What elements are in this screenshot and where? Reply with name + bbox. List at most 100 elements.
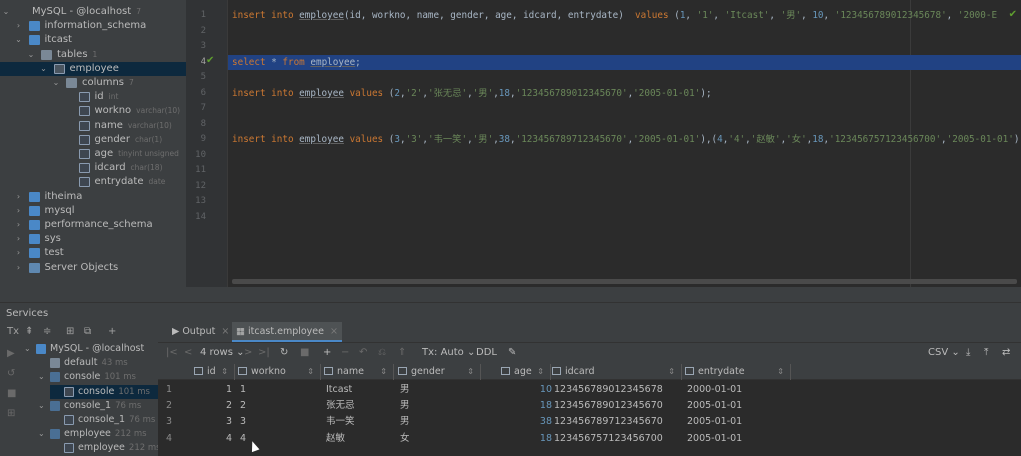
- sort-icon[interactable]: ⇕: [307, 364, 314, 380]
- table-cell[interactable]: 4: [240, 431, 246, 447]
- column-separator[interactable]: [393, 364, 394, 380]
- tree-node[interactable]: ⌄ tables 1: [0, 48, 186, 62]
- refresh-icon[interactable]: ↻: [280, 347, 288, 358]
- table-cell[interactable]: 123456789012345678: [554, 382, 663, 398]
- chevron-icon[interactable]: ›: [15, 190, 23, 204]
- pin-icon[interactable]: ✎: [508, 347, 516, 358]
- tree-node[interactable]: id int: [0, 90, 186, 104]
- chevron-icon[interactable]: ⌄: [38, 427, 45, 441]
- splitter[interactable]: [186, 287, 1021, 302]
- tree-node[interactable]: ⌄ itcast: [0, 33, 186, 47]
- table-cell[interactable]: 1: [240, 382, 246, 398]
- sort-icon[interactable]: ⇕: [221, 364, 228, 380]
- chevron-icon[interactable]: ›: [15, 246, 23, 260]
- column-separator[interactable]: [550, 364, 551, 380]
- chevron-icon[interactable]: ›: [15, 232, 23, 246]
- tree-node[interactable]: › mysql: [0, 204, 186, 218]
- services-toolbar-button[interactable]: Tx: [7, 326, 19, 337]
- tree-node[interactable]: age tinyint unsigned: [0, 147, 186, 161]
- compare-icon[interactable]: ⇄: [1002, 347, 1010, 358]
- chevron-icon[interactable]: ⌄: [52, 76, 60, 90]
- table-cell[interactable]: 张无忌: [326, 398, 355, 414]
- service-node[interactable]: console_1 76 ms: [50, 413, 158, 427]
- service-node[interactable]: ⌄ console 101 ms: [36, 370, 158, 384]
- table-row[interactable]: 4 4 4 赵敏女 18 123456757123456700 2005-01-01: [158, 431, 1021, 447]
- table-cell[interactable]: 2: [226, 398, 232, 414]
- tab-output[interactable]: ▶ Output ×: [168, 322, 233, 342]
- tree-node[interactable]: idcard char(18): [0, 161, 186, 175]
- submit-icon[interactable]: ⎌: [378, 347, 386, 358]
- services-toolbar-button[interactable]: +: [108, 326, 116, 337]
- chevron-icon[interactable]: ›: [15, 19, 23, 33]
- sort-icon[interactable]: ⇕: [537, 364, 544, 380]
- service-node[interactable]: ⌄ employee 212 ms: [36, 427, 158, 441]
- close-icon[interactable]: ×: [221, 326, 229, 337]
- chevron-icon[interactable]: ›: [15, 261, 23, 275]
- table-cell[interactable]: 123456789712345670: [554, 414, 663, 430]
- chevron-icon[interactable]: ⌄: [27, 48, 35, 62]
- table-cell[interactable]: 韦一笑: [326, 414, 355, 430]
- sql-editor[interactable]: ✔ insert into employee(id, workno, name,…: [228, 0, 1021, 287]
- services-toolbar-button[interactable]: ≑: [43, 326, 51, 337]
- horizontal-scrollbar[interactable]: [232, 279, 1017, 284]
- tree-node[interactable]: workno varchar(10): [0, 104, 186, 118]
- chevron-icon[interactable]: ›: [15, 204, 23, 218]
- tree-node[interactable]: ⌄ columns 7: [0, 76, 186, 90]
- table-cell[interactable]: 赵敏: [326, 431, 345, 447]
- column-separator[interactable]: [790, 364, 791, 380]
- close-icon[interactable]: ×: [330, 326, 338, 337]
- column-separator[interactable]: [480, 364, 481, 380]
- transaction-mode-dropdown[interactable]: Tx: Auto ⌄: [422, 347, 475, 358]
- services-side-button[interactable]: ↺: [7, 368, 15, 379]
- services-toolbar-button[interactable]: ⊞: [66, 326, 74, 337]
- chevron-icon[interactable]: ›: [15, 218, 23, 232]
- table-row[interactable]: 2 2 2 张无忌男 18 123456789012345670 2005-01-01: [158, 398, 1021, 414]
- tree-node[interactable]: › Server Objects: [0, 261, 186, 275]
- services-side-button[interactable]: ▶: [7, 348, 15, 359]
- chevron-icon[interactable]: ⌄: [24, 342, 31, 356]
- column-header-workno[interactable]: workno ⇕: [238, 364, 318, 380]
- sort-icon[interactable]: ⇕: [668, 364, 675, 380]
- service-node[interactable]: console 101 ms: [50, 384, 158, 399]
- next-page-button[interactable]: >: [244, 347, 252, 358]
- tree-node[interactable]: › information_schema: [0, 19, 186, 33]
- tree-node[interactable]: › itheima: [0, 190, 186, 204]
- table-row[interactable]: 3 3 3 韦一笑男 38 123456789712345670 2005-01-01: [158, 414, 1021, 430]
- services-side-button[interactable]: ■: [7, 388, 16, 399]
- column-header-id[interactable]: id ⇕: [194, 364, 232, 380]
- table-cell[interactable]: 男: [400, 398, 410, 414]
- table-cell[interactable]: 123456757123456700: [554, 431, 663, 447]
- upload-icon[interactable]: ⇑: [398, 347, 406, 358]
- table-cell[interactable]: 3: [240, 414, 246, 430]
- services-toolbar-button[interactable]: ⇞: [25, 326, 33, 337]
- column-header-age[interactable]: age ⇕: [501, 364, 548, 380]
- table-cell[interactable]: 38: [540, 414, 552, 430]
- download-icon[interactable]: ⤓: [966, 347, 970, 358]
- tree-node[interactable]: › performance_schema: [0, 218, 186, 232]
- export-format-dropdown[interactable]: CSV ⌄: [928, 347, 960, 358]
- table-cell[interactable]: 女: [400, 431, 410, 447]
- tree-node[interactable]: entrydate date: [0, 175, 186, 189]
- code-line[interactable]: select * from employee;: [232, 55, 361, 70]
- chevron-icon[interactable]: ⌄: [2, 5, 10, 19]
- service-node[interactable]: ⌄ MySQL - @localhost: [22, 342, 158, 356]
- column-separator[interactable]: [320, 364, 321, 380]
- add-row-icon[interactable]: +: [323, 347, 331, 358]
- table-cell[interactable]: 4: [226, 431, 232, 447]
- table-cell[interactable]: 2005-01-01: [687, 398, 742, 414]
- table-cell[interactable]: 男: [400, 414, 410, 430]
- column-header-name[interactable]: name ⇕: [324, 364, 391, 380]
- chevron-icon[interactable]: ⌄: [40, 62, 48, 76]
- sort-icon[interactable]: ⇕: [467, 364, 474, 380]
- table-cell[interactable]: 123456789012345670: [554, 398, 663, 414]
- service-node[interactable]: employee 212 ms: [50, 441, 161, 455]
- prev-page-button[interactable]: <: [184, 347, 192, 358]
- last-page-button[interactable]: >|: [258, 347, 270, 358]
- ddl-button[interactable]: DDL: [476, 347, 497, 358]
- revert-icon[interactable]: ↶: [359, 347, 367, 358]
- table-cell[interactable]: 2005-01-01: [687, 414, 742, 430]
- table-cell[interactable]: 2000-01-01: [687, 382, 742, 398]
- column-header-idcard[interactable]: idcard ⇕: [552, 364, 679, 380]
- code-line[interactable]: insert into employee(id, workno, name, g…: [232, 8, 997, 23]
- tree-node[interactable]: ⌄ MySQL - @localhost 7: [0, 5, 186, 19]
